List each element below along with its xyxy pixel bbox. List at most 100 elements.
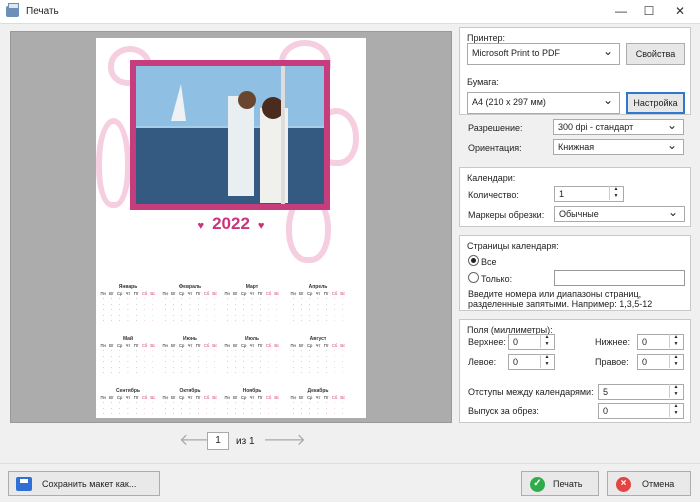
calendar-week-row: ·······: [289, 370, 347, 375]
title-bar: Печать — ☐ ✕: [0, 0, 700, 24]
month-name: Август: [309, 336, 327, 342]
left-margin-stepper[interactable]: 0: [508, 354, 555, 370]
calendar-day-mark: ·: [178, 417, 186, 418]
month-calendar: Октябрь Пн Вт Ср Чт Пт Сб Вс · · · · · · · · · · · · · · · · · · ·…: [161, 388, 219, 418]
month-calendar: Июль Пн Вт Ср Чт Пт Сб Вс · · · · · · · · · · · · · · · · · · · · · ·…: [223, 336, 281, 378]
crop-marks-select[interactable]: Обычные: [554, 205, 685, 222]
calendar-day-mark: ·: [339, 417, 347, 418]
paper-size-select[interactable]: A4 (210 x 297 мм): [467, 91, 620, 114]
left-margin-label: Левое:: [468, 357, 497, 367]
calendar-week-row: ·······: [161, 318, 219, 323]
month-name: Октябрь: [179, 388, 201, 394]
save-layout-button[interactable]: Сохранить макет как...: [8, 471, 160, 496]
paper-section-label: Бумага:: [467, 77, 499, 87]
calendar-day-mark: ·: [267, 369, 270, 375]
check-icon: ✓: [530, 477, 545, 492]
close-button[interactable]: ✕: [664, 0, 696, 24]
orientation-select[interactable]: Книжная: [553, 138, 684, 155]
bleed-label: Выпуск за обрез:: [468, 406, 539, 416]
month-calendar: Апрель Пн Вт Ср Чт Пт Сб Вс · · · · · · · · · · · · · · · · · · · ·…: [289, 284, 347, 326]
calendar-day-mark: ·: [297, 417, 305, 418]
calendar-week-row: ·······: [223, 417, 281, 418]
bleed-stepper[interactable]: 0: [598, 403, 684, 419]
top-margin-label: Верхнее:: [468, 337, 506, 347]
calendar-day-mark: ·: [119, 317, 121, 323]
calendar-day-mark: ·: [248, 417, 256, 418]
calendar-week-row: ·······: [223, 318, 281, 323]
calendar-day-mark: ·: [172, 369, 175, 375]
month-name: Январь: [118, 284, 138, 290]
calendar-day-mark: ·: [119, 369, 121, 375]
margins-panel: Поля (миллиметры): Верхнее: 0 Нижнее: 0 …: [459, 319, 691, 423]
calendar-gap-stepper[interactable]: 5: [598, 384, 684, 400]
heart-decoration: [96, 118, 131, 208]
next-page-button[interactable]: 🡒: [263, 433, 306, 449]
calendar-day-mark: ·: [325, 317, 327, 323]
printer-section-label: Принтер:: [467, 33, 506, 43]
gap-label: Отступы между календарями:: [468, 387, 594, 397]
calendar-day-mark: ·: [135, 317, 137, 323]
print-button[interactable]: ✓ Печать: [521, 471, 599, 496]
calendar-day-mark: ·: [197, 369, 199, 375]
calendar-day-mark: ·: [205, 317, 208, 323]
calendar-day-mark: ·: [107, 417, 115, 418]
calendar-day-mark: ·: [127, 369, 129, 375]
top-margin-stepper[interactable]: 0: [508, 334, 555, 350]
page-navigation: 🡐 1 из 1 🡒: [179, 432, 306, 450]
calendar-day-mark: ·: [325, 369, 327, 375]
calendar-day-mark: ·: [164, 317, 166, 323]
calendar-day-mark: ·: [102, 317, 104, 323]
calendar-day-mark: ·: [292, 317, 294, 323]
calendar-count-stepper[interactable]: 1: [554, 186, 624, 202]
page-range-hint: Введите номера или диапазоны страниц, ра…: [468, 289, 653, 309]
printer-select[interactable]: Microsoft Print to PDF: [467, 42, 620, 65]
bottom-margin-stepper[interactable]: 0: [637, 334, 684, 350]
calendar-day-mark: ·: [189, 317, 191, 323]
calendar-day-mark: ·: [314, 417, 322, 418]
calendar-week-row: ·······: [223, 370, 281, 375]
calendar-day-mark: ·: [186, 417, 194, 418]
calendar-day-mark: ·: [300, 369, 303, 375]
calendar-day-mark: ·: [214, 369, 216, 375]
previous-page-button[interactable]: 🡐: [179, 433, 222, 449]
calendar-day-mark: ·: [172, 317, 175, 323]
paper-setup-button[interactable]: Настройка: [626, 92, 685, 114]
calendar-day-mark: ·: [116, 417, 124, 418]
calendar-day-mark: ·: [234, 317, 237, 323]
page-number-field[interactable]: 1: [207, 432, 229, 450]
floppy-disk-icon: [16, 477, 32, 491]
calendar-day-mark: ·: [231, 417, 239, 418]
calendar-day-mark: ·: [267, 317, 270, 323]
calendar-day-mark: ·: [152, 369, 154, 375]
print-label: Печать: [553, 479, 583, 489]
page-count-label: из 1: [236, 436, 255, 447]
calendar-day-mark: ·: [161, 417, 169, 418]
calendar-day-mark: ·: [333, 317, 336, 323]
calendars-panel: Календари: Количество: 1 Маркеры обрезки…: [459, 167, 691, 227]
calendar-day-mark: ·: [273, 417, 281, 418]
page-range-input[interactable]: [554, 270, 685, 286]
only-pages-radio[interactable]: [468, 272, 479, 283]
calendar-day-mark: ·: [276, 317, 278, 323]
calendar-day-mark: ·: [202, 417, 210, 418]
month-calendar: Август Пн Вт Ср Чт Пт Сб Вс · · · · · · · · · · · · · · · · · · · ·…: [289, 336, 347, 378]
maximize-button[interactable]: ☐: [633, 0, 665, 24]
cancel-button[interactable]: × Отмена: [607, 471, 691, 496]
calendar-day-mark: ·: [99, 417, 107, 418]
calendar-day-mark: ·: [264, 417, 272, 418]
calendar-day-mark: ·: [309, 369, 311, 375]
bottom-margin-label: Нижнее:: [595, 337, 631, 347]
year-text: 2022: [212, 214, 250, 233]
right-margin-stepper[interactable]: 0: [637, 354, 684, 370]
calendar-day-mark: ·: [132, 417, 140, 418]
calendar-year: ♥ 2022 ♥: [96, 214, 366, 234]
printer-properties-button[interactable]: Свойства: [626, 43, 685, 65]
calendar-page-preview: ♥ 2022 ♥ Январь Пн Вт Ср Чт Пт Сб Вс · · · · · · · · · · · · ·…: [96, 38, 366, 418]
calendar-day-mark: ·: [259, 369, 261, 375]
all-pages-radio[interactable]: [468, 255, 479, 266]
calendar-day-mark: ·: [342, 369, 344, 375]
month-calendar: Сентябрь Пн Вт Ср Чт Пт Сб Вс · · · · · · · · · · · · · · · · · ·…: [99, 388, 157, 418]
resolution-select[interactable]: 300 dpi - стандарт: [553, 118, 684, 135]
calendar-day-mark: ·: [251, 369, 253, 375]
calendar-day-mark: ·: [152, 317, 154, 323]
